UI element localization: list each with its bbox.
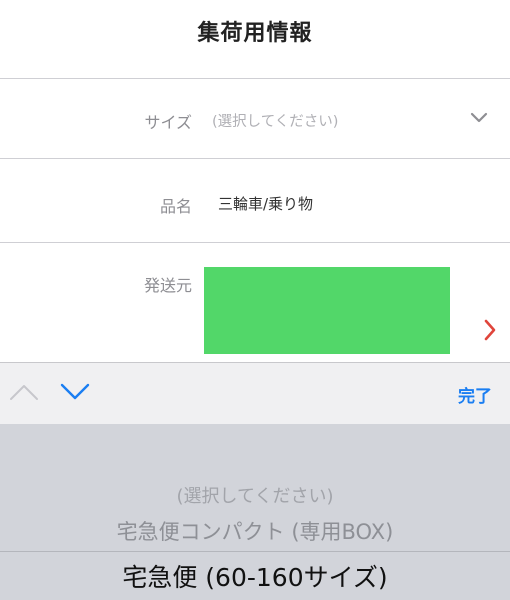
chevron-right-icon[interactable] <box>484 319 496 341</box>
size-row[interactable]: サイズ (選択してください) <box>0 79 510 158</box>
picker-option-selected[interactable]: 宅急便 (60-160サイズ) <box>0 558 510 594</box>
header: 集荷用情報 <box>0 0 510 78</box>
size-picker[interactable]: (選択してください) 宅急便コンパクト (専用BOX) 宅急便 (60-160サ… <box>0 424 510 600</box>
picker-option[interactable]: 宅急便コンパクト (専用BOX) <box>0 516 510 546</box>
done-button[interactable]: 完了 <box>458 382 492 407</box>
size-label: サイズ <box>144 113 192 132</box>
chevron-down-icon[interactable] <box>60 383 90 401</box>
redacted-address <box>204 267 450 354</box>
size-placeholder: (選択してください) <box>212 114 339 130</box>
keyboard-toolbar: 完了 <box>0 362 510 425</box>
sender-label: 発送元 <box>143 276 192 295</box>
picker-selection-line <box>0 551 510 552</box>
item-name-row[interactable]: 品名 三輪車/乗り物 <box>0 159 510 242</box>
item-name-value: 三輪車/乗り物 <box>218 195 314 213</box>
chevron-up-icon[interactable] <box>9 383 39 401</box>
item-name-label: 品名 <box>159 197 192 216</box>
page-title: 集荷用情報 <box>197 21 313 46</box>
picker-option[interactable]: (選択してください) <box>0 482 510 508</box>
chevron-down-icon[interactable] <box>470 112 488 124</box>
